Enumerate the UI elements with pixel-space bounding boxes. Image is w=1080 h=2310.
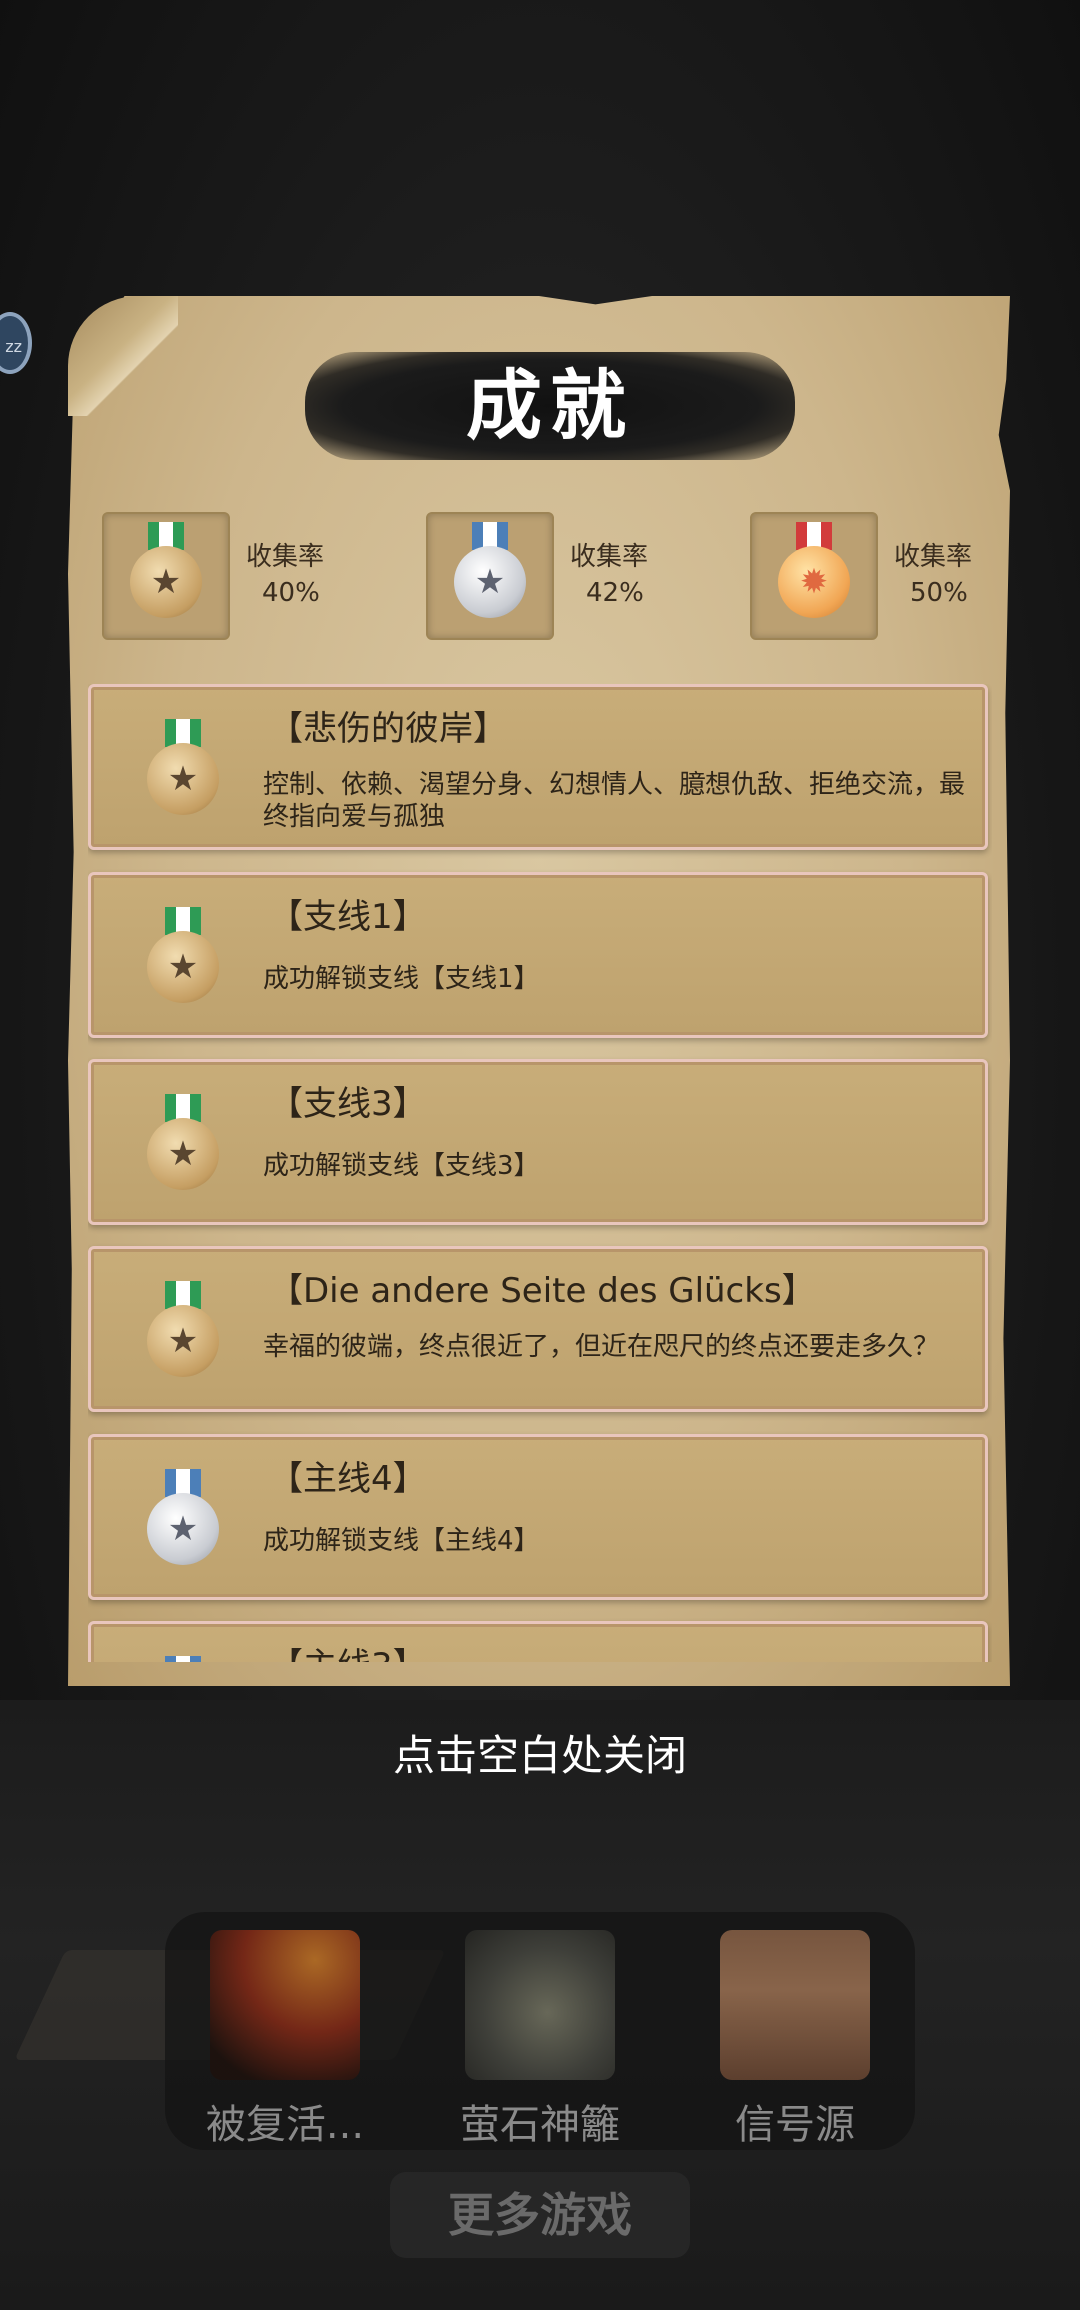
panel-title: 成就 bbox=[466, 361, 634, 450]
stat-bronze: ★ 收集率 40% bbox=[102, 512, 412, 640]
achievement-title: 【主线3】 bbox=[269, 1638, 427, 1662]
stat-value: 42% bbox=[586, 578, 644, 608]
game-name: 萤石神籬 bbox=[460, 2102, 620, 2148]
achievement-item[interactable]: ★ 【主线3】 bbox=[88, 1621, 988, 1662]
close-hint[interactable]: 点击空白处关闭 bbox=[0, 1722, 1080, 1783]
stat-medal-box: ✹ bbox=[750, 512, 878, 640]
achievement-desc: 成功解锁支线【支线3】 bbox=[263, 1151, 540, 1181]
achievement-item[interactable]: ★ 【Die andere Seite des Glücks】 幸福的彼端，终点… bbox=[88, 1246, 988, 1412]
achievement-desc: 成功解锁支线【支线1】 bbox=[263, 964, 540, 994]
game-thumbnail[interactable] bbox=[465, 1930, 615, 2080]
achievement-item[interactable]: ★ 【悲伤的彼岸】 控制、依赖、渴望分身、幻想情人、臆想仇敌、拒绝交流，最终指向… bbox=[88, 684, 988, 850]
achievement-item[interactable]: ★ 【主线4】 成功解锁支线【主线4】 bbox=[88, 1434, 988, 1600]
stat-medal-box: ★ bbox=[102, 512, 230, 640]
paper-curl bbox=[68, 296, 178, 416]
game-thumbnail[interactable] bbox=[210, 1930, 360, 2080]
stat-label: 收集率 bbox=[570, 542, 649, 572]
more-games-bar: 被复活... 萤石神籬 信号源 bbox=[165, 1912, 915, 2150]
stat-gold: ✹ 收集率 50% bbox=[750, 512, 1060, 640]
game-name: 信号源 bbox=[735, 2102, 855, 2148]
game-thumbnail[interactable] bbox=[720, 1930, 870, 2080]
achievement-item[interactable]: ★ 【支线1】 成功解锁支线【支线1】 bbox=[88, 872, 988, 1038]
game-tile[interactable]: 信号源 bbox=[695, 1930, 895, 2150]
stat-value: 50% bbox=[910, 578, 968, 608]
achievement-title: 【支线1】 bbox=[269, 897, 427, 937]
game-tile[interactable]: 被复活... bbox=[185, 1930, 385, 2150]
silver-medal-icon: ★ bbox=[143, 1469, 223, 1579]
silver-medal-icon: ★ bbox=[450, 522, 530, 632]
achievement-title: 【支线3】 bbox=[269, 1084, 427, 1124]
more-games-button[interactable]: 更多游戏 bbox=[390, 2172, 690, 2258]
game-tile[interactable]: 萤石神籬 bbox=[440, 1930, 640, 2150]
silver-medal-icon: ★ bbox=[143, 1656, 223, 1662]
bronze-medal-icon: ★ bbox=[143, 719, 223, 829]
achievement-desc: 幸福的彼端，终点很近了，但近在咫尺的终点还要走多久？ bbox=[263, 1332, 940, 1362]
stat-value: 40% bbox=[262, 578, 320, 608]
achievement-title: 【Die andere Seite des Glücks】 bbox=[269, 1271, 816, 1311]
achievement-title: 【悲伤的彼岸】 bbox=[269, 709, 507, 749]
achievement-desc: 控制、依赖、渴望分身、幻想情人、臆想仇敌、拒绝交流，最终指向爱与孤独 bbox=[263, 770, 966, 832]
achievement-title: 【主线4】 bbox=[269, 1459, 427, 1499]
bronze-medal-icon: ★ bbox=[126, 522, 206, 632]
bronze-medal-icon: ★ bbox=[143, 1281, 223, 1391]
game-name: 被复活... bbox=[205, 2102, 365, 2148]
stat-label: 收集率 bbox=[246, 542, 325, 572]
achievement-item[interactable]: ★ 【支线3】 成功解锁支线【支线3】 bbox=[88, 1059, 988, 1225]
bronze-medal-icon: ★ bbox=[143, 1094, 223, 1204]
stat-label: 收集率 bbox=[894, 542, 973, 572]
floating-bubble[interactable]: zz bbox=[0, 312, 32, 374]
stat-medal-box: ★ bbox=[426, 512, 554, 640]
stat-silver: ★ 收集率 42% bbox=[426, 512, 736, 640]
achievement-desc: 成功解锁支线【主线4】 bbox=[263, 1526, 540, 1556]
achievement-list[interactable]: ★ 【悲伤的彼岸】 控制、依赖、渴望分身、幻想情人、臆想仇敌、拒绝交流，最终指向… bbox=[88, 684, 992, 1662]
bronze-medal-icon: ★ bbox=[143, 907, 223, 1017]
gold-medal-icon: ✹ bbox=[774, 522, 854, 632]
